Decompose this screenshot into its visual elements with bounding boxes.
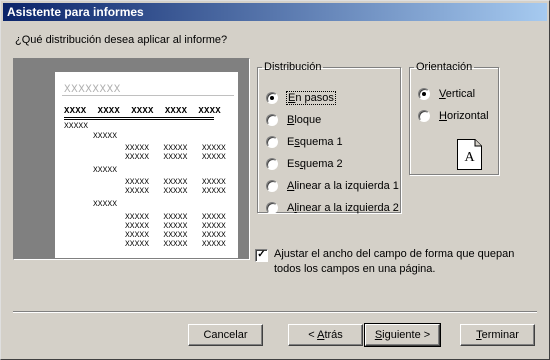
layout-question: ¿Qué distribución desea aplicar al infor… <box>15 34 228 46</box>
orientation-radio[interactable] <box>418 88 430 100</box>
adjust-width-checkbox[interactable]: ✓ <box>255 249 268 262</box>
distribution-option[interactable]: Alinear a la izquierda 2 <box>266 201 399 215</box>
distribution-label[interactable]: Esquema 2 <box>287 158 343 170</box>
distribution-radio[interactable] <box>266 92 278 104</box>
distribution-radio[interactable] <box>266 136 278 148</box>
distribution-option[interactable]: Bloque <box>266 113 321 127</box>
distribution-group: Distribución En pasos Bloque Esquema 1 Esqu… <box>257 61 401 215</box>
back-button[interactable]: < Atrás <box>288 324 363 346</box>
distribution-legend: Distribución <box>264 61 322 73</box>
page-icon-letter: A <box>464 150 475 165</box>
preview-detail-row: XXXXX XXXXX XXXXX <box>125 213 226 222</box>
orientation-radio[interactable] <box>418 110 430 122</box>
distribution-label[interactable]: En pasos <box>286 91 336 105</box>
distribution-option[interactable]: Esquema 1 <box>266 135 343 149</box>
distribution-label[interactable]: Bloque <box>287 114 321 126</box>
portrait-page-icon: A <box>457 139 482 170</box>
preview-detail-row: XXXXX XXXXX XXXXX <box>125 178 226 187</box>
adjust-width-option[interactable]: ✓ Ajustar el ancho del campo de forma qu… <box>255 247 535 277</box>
preview-group-level2: XXXXX <box>93 200 118 209</box>
window-title: Asistente para informes <box>3 3 547 21</box>
orientation-label[interactable]: Horizontal <box>439 110 489 122</box>
preview-detail-row: XXXXX XXXXX XXXXX <box>125 153 226 162</box>
preview-detail-row: XXXXX XXXXX XXXXX <box>125 240 226 249</box>
distribution-option[interactable]: Esquema 2 <box>266 157 343 171</box>
preview-title-rule <box>62 95 234 96</box>
orientation-legend: Orientación <box>416 61 473 73</box>
distribution-label[interactable]: Alinear a la izquierda 2 <box>287 202 399 214</box>
preview-header-underline-2 <box>64 119 214 120</box>
finish-button[interactable]: Terminar <box>460 324 535 346</box>
preview-detail-row: XXXXX XXXXX XXXXX <box>125 231 226 240</box>
preview-detail-row: XXXXX XXXXX XXXXX <box>125 222 226 231</box>
distribution-option[interactable]: En pasos <box>266 91 336 105</box>
distribution-radio[interactable] <box>266 114 278 126</box>
adjust-width-label[interactable]: Ajustar el ancho del campo de forma que … <box>274 247 535 277</box>
distribution-option[interactable]: Alinear a la izquierda 1 <box>266 179 399 193</box>
preview-header-row: XXXX XXXX XXXX XXXX XXXX <box>64 106 221 116</box>
preview-detail-row: XXXXX XXXXX XXXXX <box>125 187 226 196</box>
next-button[interactable]: Siguiente > <box>364 323 441 347</box>
preview-group-level2: XXXXX <box>93 166 118 175</box>
cancel-button[interactable]: Cancelar <box>188 324 263 346</box>
report-wizard-window: Asistente para informes ¿Qué distribució… <box>0 0 550 360</box>
orientation-group: Orientación Vertical Horizontal A <box>409 61 499 175</box>
distribution-label[interactable]: Esquema 1 <box>287 136 343 148</box>
distribution-radio[interactable] <box>266 180 278 192</box>
orientation-label[interactable]: Vertical <box>439 88 475 100</box>
orientation-option[interactable]: Vertical <box>418 87 475 101</box>
preview-header-underline <box>64 117 214 118</box>
preview-group-level2: XXXXX <box>93 132 118 141</box>
distribution-radio[interactable] <box>266 202 278 214</box>
orientation-option[interactable]: Horizontal <box>418 109 489 123</box>
preview-detail-row: XXXXX XXXXX XXXXX <box>125 144 226 153</box>
distribution-label[interactable]: Alinear a la izquierda 1 <box>287 180 399 192</box>
preview-group-level1: XXXXX <box>64 122 89 131</box>
layout-preview: XXXXXXXX XXXX XXXX XXXX XXXX XXXX XXXXX … <box>13 58 250 260</box>
preview-page: XXXXXXXX XXXX XXXX XXXX XXXX XXXX XXXXX … <box>55 72 238 258</box>
distribution-radio[interactable] <box>266 158 278 170</box>
button-separator <box>13 311 537 313</box>
